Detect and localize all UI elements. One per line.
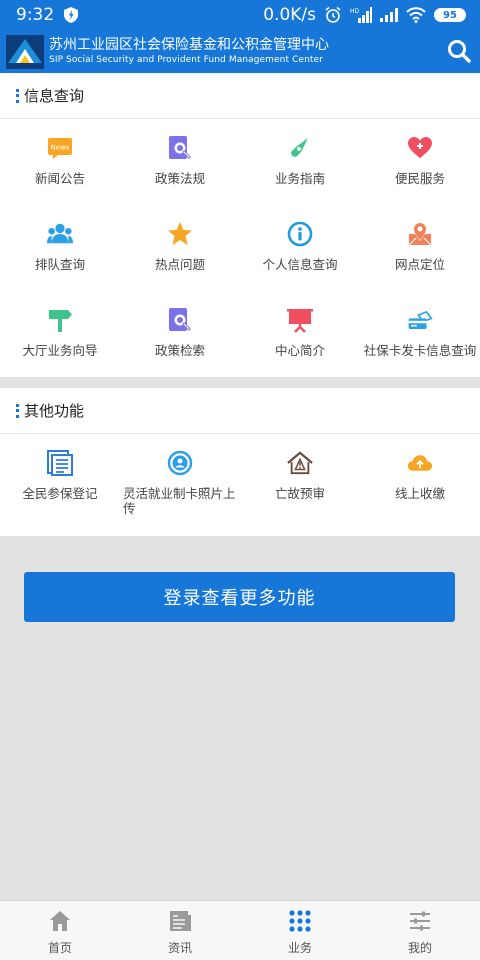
news-badge-text: News bbox=[51, 144, 70, 152]
section-title: 其他功能 bbox=[24, 402, 85, 420]
tab-label: 我的 bbox=[407, 941, 432, 955]
info-query-section: 信息查询 News 新闻公告 政策法规 业务指南 便民服务 排队查询 热点问题 bbox=[0, 73, 480, 377]
grid-item-about[interactable]: 中心简介 bbox=[240, 291, 360, 377]
status-right: 0.0K/s HD 95 bbox=[263, 5, 466, 25]
signpost-icon bbox=[47, 307, 73, 333]
heart-icon bbox=[407, 135, 433, 161]
grid-item-label: 网点定位 bbox=[394, 257, 445, 272]
tab-label: 首页 bbox=[47, 941, 72, 955]
grid-item-label: 线上收缴 bbox=[394, 486, 445, 501]
other-functions-section: 其他功能 全民参保登记 灵活就业制卡照片上传 亡故预审 线上收缴 bbox=[0, 388, 480, 536]
sliders-icon bbox=[410, 911, 430, 931]
tab-home[interactable]: 首页 bbox=[0, 901, 120, 960]
status-time: 9:32 bbox=[16, 5, 55, 25]
wifi-icon bbox=[406, 7, 426, 23]
grid-item-register[interactable]: 全民参保登记 bbox=[0, 434, 120, 534]
other-grid: 全民参保登记 灵活就业制卡照片上传 亡故预审 线上收缴 bbox=[0, 434, 480, 534]
grid-item-label: 政策法规 bbox=[154, 171, 205, 186]
grid-item-label: 政策检索 bbox=[154, 343, 205, 358]
grid-item-death-review[interactable]: 亡故预审 bbox=[240, 434, 360, 534]
grid-item-label: 热点问题 bbox=[154, 257, 205, 272]
section-header: 其他功能 bbox=[0, 388, 480, 434]
grid-item-online-payment[interactable]: 线上收缴 bbox=[360, 434, 480, 534]
login-more-button[interactable]: 登录查看更多功能 bbox=[24, 572, 455, 622]
home-icon bbox=[50, 911, 70, 931]
grid-item-label: 便民服务 bbox=[394, 171, 445, 186]
grid-item-label: 个人信息查询 bbox=[262, 257, 338, 272]
header-title-zh: 苏州工业园区社会保险基金和公积金管理中心 bbox=[49, 37, 329, 53]
app-header: 苏州工业园区社会保险基金和公积金管理中心 SIP Social Security… bbox=[0, 30, 480, 73]
grid-item-label: 灵活就业制卡照片上传 bbox=[123, 486, 236, 516]
location-icon bbox=[407, 221, 433, 247]
info-icon bbox=[287, 221, 313, 247]
grid-item-policy[interactable]: 政策法规 bbox=[120, 119, 240, 205]
alarm-icon bbox=[325, 6, 341, 23]
battery-indicator: 95 bbox=[434, 8, 466, 22]
tab-label: 业务 bbox=[287, 941, 312, 955]
grid-dots-icon bbox=[289, 910, 311, 932]
grid-item-label: 中心简介 bbox=[274, 343, 325, 358]
search-icon[interactable] bbox=[446, 38, 472, 64]
photo-icon bbox=[167, 450, 193, 476]
news-icon: News bbox=[47, 135, 73, 161]
register-icon bbox=[47, 450, 73, 476]
grid-item-queue[interactable]: 排队查询 bbox=[0, 205, 120, 291]
shield-icon bbox=[64, 7, 79, 23]
grid-item-card-query[interactable]: 社保卡发卡信息查询 bbox=[360, 291, 480, 377]
grid-item-news[interactable]: News 新闻公告 bbox=[0, 119, 120, 205]
policy-search-icon bbox=[167, 135, 193, 161]
grid-item-label: 大厅业务向导 bbox=[22, 343, 98, 358]
logo-icon bbox=[6, 34, 44, 69]
tab-business[interactable]: 业务 bbox=[240, 901, 360, 960]
grid-item-label: 排队查询 bbox=[34, 257, 85, 272]
grid-item-service[interactable]: 便民服务 bbox=[360, 119, 480, 205]
status-bar: 9:32 0.0K/s HD 95 bbox=[0, 0, 480, 30]
grid-item-photo-upload[interactable]: 灵活就业制卡照片上传 bbox=[120, 434, 240, 534]
bottom-tabbar: 首页 资讯 业务 我的 bbox=[0, 900, 480, 960]
grid-item-personal[interactable]: 个人信息查询 bbox=[240, 205, 360, 291]
compass-icon bbox=[287, 135, 313, 161]
section-header: 信息查询 bbox=[0, 73, 480, 119]
users-icon bbox=[47, 221, 73, 247]
easel-icon bbox=[287, 307, 313, 333]
tab-label: 资讯 bbox=[167, 941, 192, 955]
section-marker bbox=[16, 403, 19, 418]
svg-text:HD: HD bbox=[350, 8, 360, 15]
grid-item-location[interactable]: 网点定位 bbox=[360, 205, 480, 291]
grid-item-hot[interactable]: 热点问题 bbox=[120, 205, 240, 291]
header-titles: 苏州工业园区社会保险基金和公积金管理中心 SIP Social Security… bbox=[49, 36, 329, 67]
signal-icon bbox=[380, 8, 398, 22]
section-marker bbox=[16, 88, 19, 103]
news-list-icon bbox=[170, 911, 191, 931]
cloud-upload-icon bbox=[407, 450, 433, 476]
grid-item-label: 社保卡发卡信息查询 bbox=[363, 343, 477, 358]
tab-news[interactable]: 资讯 bbox=[120, 901, 240, 960]
network-speed: 0.0K/s bbox=[263, 5, 316, 25]
grid-item-label: 新闻公告 bbox=[34, 171, 85, 186]
policy-search-icon bbox=[167, 307, 193, 333]
grid-item-guide[interactable]: 业务指南 bbox=[240, 119, 360, 205]
tab-mine[interactable]: 我的 bbox=[360, 901, 480, 960]
grid-item-label: 业务指南 bbox=[274, 171, 325, 186]
grid-item-policy-search[interactable]: 政策检索 bbox=[120, 291, 240, 377]
grid-item-label: 全民参保登记 bbox=[22, 486, 98, 501]
grid-item-label: 亡故预审 bbox=[274, 486, 325, 501]
warning-house-icon bbox=[287, 450, 313, 476]
section-title: 信息查询 bbox=[24, 87, 85, 105]
info-grid: News 新闻公告 政策法规 业务指南 便民服务 排队查询 热点问题 个人信息查… bbox=[0, 119, 480, 377]
header-title-en: SIP Social Security and Provident Fund M… bbox=[49, 55, 323, 65]
signal-hd-icon: HD bbox=[350, 7, 372, 23]
grid-item-hall-guide[interactable]: 大厅业务向导 bbox=[0, 291, 120, 377]
card-icon bbox=[407, 307, 433, 333]
star-icon bbox=[167, 221, 193, 247]
